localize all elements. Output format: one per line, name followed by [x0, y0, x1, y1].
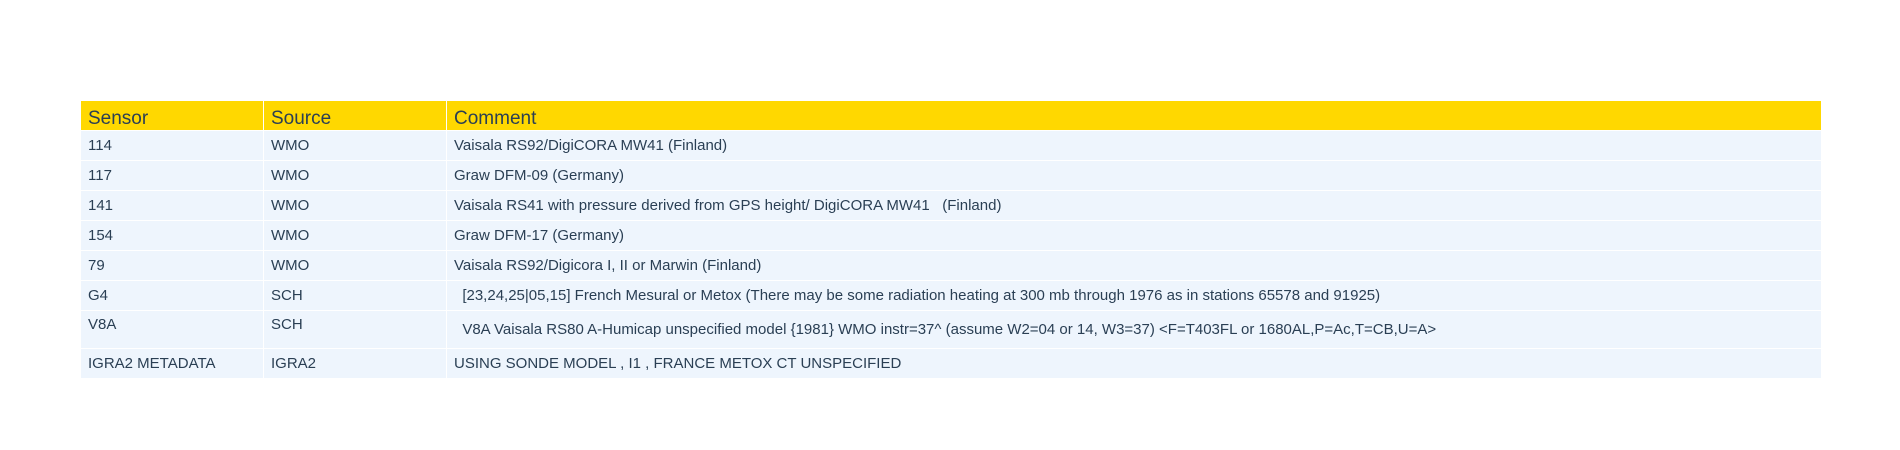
- comment-cell: Vaisala RS92/DigiCORA MW41 (Finland): [447, 130, 1821, 160]
- table-row[interactable]: 154 WMO Graw DFM-17 (Germany): [81, 220, 1821, 250]
- source-cell: WMO: [264, 220, 447, 250]
- table-row[interactable]: 114 WMO Vaisala RS92/DigiCORA MW41 (Finl…: [81, 130, 1821, 160]
- comment-cell: Vaisala RS92/Digicora I, II or Marwin (F…: [447, 250, 1821, 280]
- sensor-cell: 141: [81, 190, 264, 220]
- comment-cell: [23,24,25|05,15] French Mesural or Metox…: [447, 280, 1821, 310]
- source-cell: IGRA2: [264, 348, 447, 378]
- source-cell: WMO: [264, 160, 447, 190]
- column-header-sensor[interactable]: Sensor: [81, 101, 264, 130]
- source-cell: WMO: [264, 130, 447, 160]
- source-cell: SCH: [264, 280, 447, 310]
- sensor-metadata-table: Sensor Source Comment 114 WMO Vaisala RS…: [81, 101, 1821, 378]
- source-cell: WMO: [264, 250, 447, 280]
- comment-cell: Vaisala RS41 with pressure derived from …: [447, 190, 1821, 220]
- sensor-cell: 79: [81, 250, 264, 280]
- comment-cell: USING SONDE MODEL , I1 , FRANCE METOX CT…: [447, 348, 1821, 378]
- table-row[interactable]: 117 WMO Graw DFM-09 (Germany): [81, 160, 1821, 190]
- table-row[interactable]: V8A SCH V8A Vaisala RS80 A-Humicap unspe…: [81, 310, 1821, 348]
- sensor-cell: 154: [81, 220, 264, 250]
- column-header-source[interactable]: Source: [264, 101, 447, 130]
- source-cell: WMO: [264, 190, 447, 220]
- comment-cell: V8A Vaisala RS80 A-Humicap unspecified m…: [447, 310, 1821, 348]
- table-row[interactable]: 141 WMO Vaisala RS41 with pressure deriv…: [81, 190, 1821, 220]
- sensor-cell: V8A: [81, 310, 264, 348]
- comment-cell: Graw DFM-17 (Germany): [447, 220, 1821, 250]
- sensor-cell: 114: [81, 130, 264, 160]
- table-row[interactable]: 79 WMO Vaisala RS92/Digicora I, II or Ma…: [81, 250, 1821, 280]
- comment-cell: Graw DFM-09 (Germany): [447, 160, 1821, 190]
- sensor-cell: 117: [81, 160, 264, 190]
- column-header-comment[interactable]: Comment: [447, 101, 1821, 130]
- sensor-cell: G4: [81, 280, 264, 310]
- table-header: Sensor Source Comment: [81, 101, 1821, 130]
- table-body: 114 WMO Vaisala RS92/DigiCORA MW41 (Finl…: [81, 130, 1821, 378]
- table-row[interactable]: IGRA2 METADATA IGRA2 USING SONDE MODEL ,…: [81, 348, 1821, 378]
- header-row: Sensor Source Comment: [81, 101, 1821, 130]
- table-row[interactable]: G4 SCH [23,24,25|05,15] French Mesural o…: [81, 280, 1821, 310]
- source-cell: SCH: [264, 310, 447, 348]
- sensor-metadata-table-container: Sensor Source Comment 114 WMO Vaisala RS…: [81, 101, 1821, 378]
- sensor-cell: IGRA2 METADATA: [81, 348, 264, 378]
